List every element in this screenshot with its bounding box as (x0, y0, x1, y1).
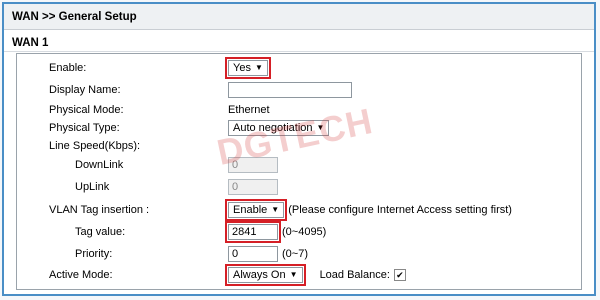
physical-type-value: Auto negotiation (233, 122, 313, 135)
downlink-label: DownLink (75, 159, 124, 171)
physical-type-select[interactable]: Auto negotiation ▼ (228, 120, 330, 137)
physical-mode-row: Physical Mode: Ethernet (17, 100, 581, 120)
physical-type-row: Physical Type: Auto negotiation ▼ (17, 118, 581, 138)
page-title: WAN >> General Setup (4, 4, 594, 30)
tag-value-row: Tag value: 2841 (0~4095) (17, 221, 581, 244)
display-name-label: Display Name: (49, 84, 121, 96)
chevron-down-icon: ▼ (254, 63, 263, 73)
physical-type-label: Physical Type: (49, 122, 120, 134)
line-speed-label: Line Speed(Kbps): (49, 140, 141, 152)
active-mode-select[interactable]: Always On ▼ (225, 264, 306, 287)
uplink-input[interactable]: 0 (228, 179, 278, 196)
line-speed-row: Line Speed(Kbps): (17, 136, 581, 156)
vlan-tag-row: VLAN Tag insertion : Enable ▼ (Please conf… (17, 199, 581, 222)
physical-mode-label: Physical Mode: (49, 104, 124, 116)
uplink-row: UpLink 0 (17, 177, 581, 197)
wan-general-setup-window: WAN >> General Setup WAN 1 Enable: Yes ▼ … (2, 2, 596, 296)
load-balance-label: Load Balance: (319, 269, 390, 281)
downlink-row: DownLink 0 (17, 155, 581, 175)
active-mode-row: Active Mode: Always On ▼ Load Balance: ✔ (17, 264, 581, 287)
priority-range: (0~7) (282, 248, 308, 260)
active-mode-label: Active Mode: (49, 269, 113, 281)
load-balance-checkbox[interactable]: ✔ (393, 269, 406, 282)
chevron-down-icon: ▼ (271, 205, 280, 215)
chevron-down-icon: ▼ (289, 270, 298, 280)
uplink-label: UpLink (75, 181, 110, 193)
vlan-note: (Please configure Internet Access settin… (288, 204, 512, 216)
tag-value-input[interactable]: 2841 (225, 221, 281, 244)
enable-row: Enable: Yes ▼ (17, 57, 581, 80)
downlink-input[interactable]: 0 (228, 157, 278, 174)
section-title: WAN 1 (4, 34, 594, 52)
priority-row: Priority: 0 (0~7) (17, 244, 581, 264)
display-name-row: Display Name: (17, 80, 581, 100)
enable-label: Enable: (49, 62, 87, 74)
wan1-settings-panel: Enable: Yes ▼ Display Name: Physical Mode… (16, 53, 582, 290)
enable-value: Yes (233, 62, 251, 75)
tag-value-range: (0~4095) (282, 226, 327, 238)
tag-value-label: Tag value: (75, 226, 126, 238)
physical-mode-value: Ethernet (228, 104, 270, 116)
display-name-input[interactable] (228, 82, 352, 99)
enable-select[interactable]: Yes ▼ (225, 57, 271, 80)
priority-input[interactable]: 0 (228, 246, 278, 263)
active-mode-value: Always On (233, 269, 286, 282)
vlan-tag-label: VLAN Tag insertion : (49, 204, 150, 216)
chevron-down-icon: ▼ (316, 123, 325, 133)
vlan-tag-value: Enable (233, 204, 268, 217)
priority-label: Priority: (75, 248, 113, 260)
vlan-tag-select[interactable]: Enable ▼ (224, 199, 288, 222)
